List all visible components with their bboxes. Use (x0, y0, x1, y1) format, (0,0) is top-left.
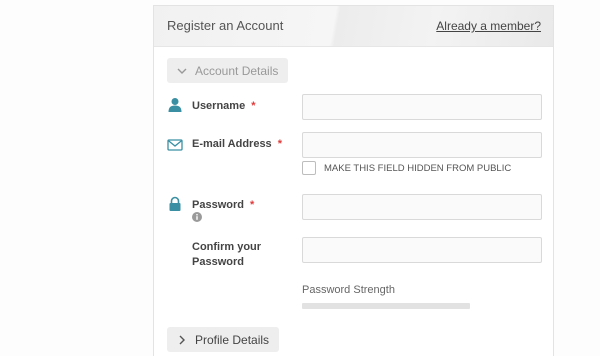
envelope-icon (167, 139, 183, 151)
account-details-label: Account Details (195, 63, 279, 78)
email-label-text: E-mail Address (192, 138, 272, 150)
password-label-text: Password (192, 199, 244, 211)
chevron-right-icon (179, 335, 185, 344)
username-input[interactable] (302, 94, 542, 120)
page: Register an Account Already a member? Ac… (0, 0, 600, 356)
info-icon[interactable] (192, 212, 202, 222)
password-strength-bar (302, 303, 470, 309)
account-details-toggle[interactable]: Account Details (167, 58, 289, 83)
user-icon (168, 98, 182, 112)
register-panel: Register an Account Already a member? Ac… (153, 5, 554, 356)
confirm-password-label-line1: Confirm your (192, 241, 262, 253)
profile-details-toggle[interactable]: Profile Details (167, 327, 280, 352)
password-strength-label: Password Strength (302, 284, 395, 296)
hide-email-row: MAKE THIS FIELD HIDDEN FROM PUBLIC (302, 161, 511, 175)
profile-details-label: Profile Details (195, 332, 270, 347)
password-label: Password * (192, 198, 254, 213)
confirm-password-input[interactable] (302, 237, 542, 263)
already-member-link[interactable]: Already a member? (436, 19, 541, 33)
panel-header: Register an Account Already a member? (154, 6, 553, 47)
username-required-mark: * (251, 100, 256, 112)
username-label: Username * (192, 99, 255, 114)
hide-email-label: MAKE THIS FIELD HIDDEN FROM PUBLIC (324, 162, 512, 174)
password-required-mark: * (249, 199, 255, 211)
hide-email-checkbox[interactable] (302, 161, 316, 175)
confirm-password-label: Confirm your Password (192, 240, 261, 270)
lock-icon (169, 196, 181, 211)
panel-title: Register an Account (167, 18, 284, 33)
password-input[interactable] (302, 194, 542, 220)
chevron-down-icon (177, 68, 187, 74)
confirm-password-label-line2: Password (192, 256, 244, 268)
email-required-mark: * (277, 138, 282, 150)
email-label: E-mail Address * (192, 137, 282, 152)
username-label-text: Username (192, 100, 246, 112)
email-input[interactable] (302, 132, 542, 158)
